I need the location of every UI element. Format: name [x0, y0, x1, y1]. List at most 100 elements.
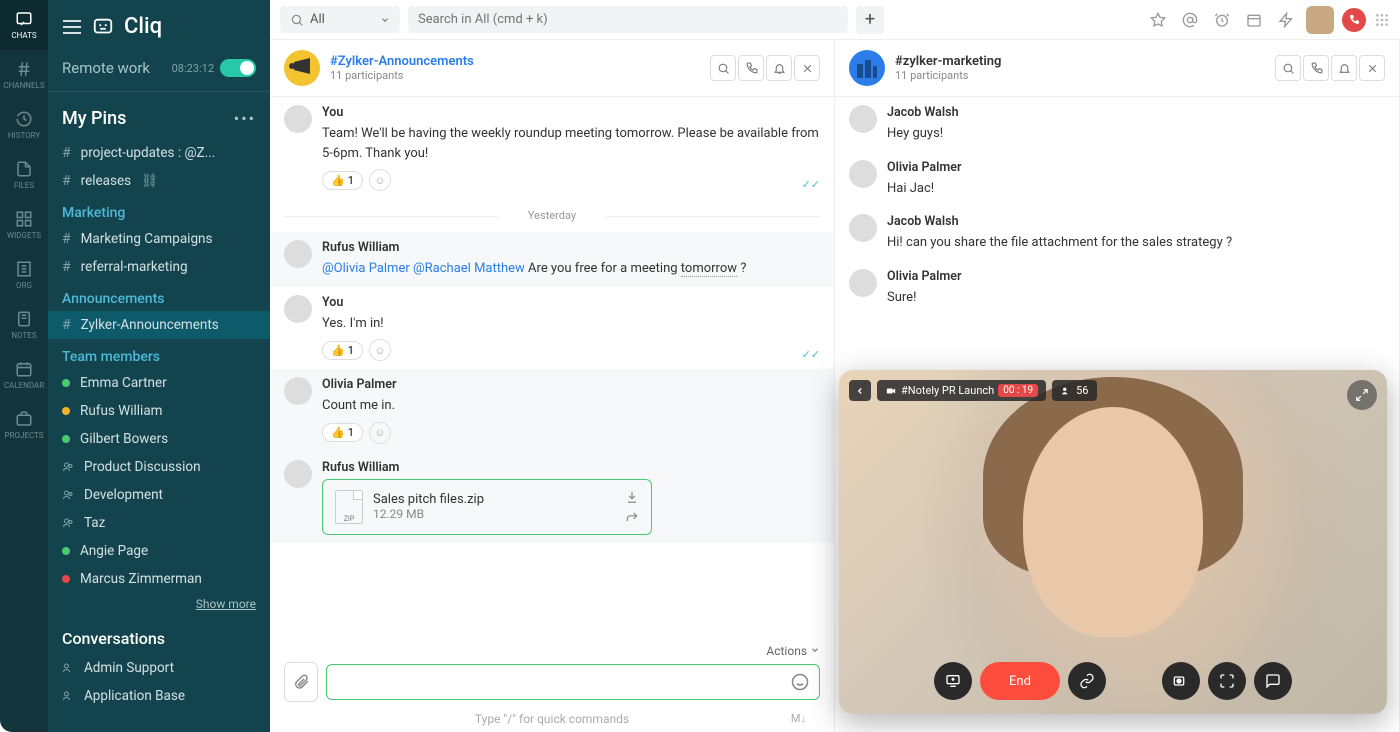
video-screenshare-button[interactable] [934, 662, 972, 700]
date-divider: Yesterday [270, 199, 834, 232]
rail-org[interactable]: ORG [0, 250, 48, 300]
reaction[interactable]: 👍1 [322, 341, 363, 360]
message-avatar[interactable] [284, 295, 312, 323]
message-input[interactable] [337, 675, 783, 690]
message-avatar[interactable] [284, 377, 312, 405]
pane-search-button[interactable] [710, 55, 736, 81]
star-icon[interactable] [1146, 8, 1170, 32]
search-input[interactable] [408, 6, 848, 33]
actions-link[interactable]: Actions [284, 640, 820, 662]
reaction[interactable]: 👍1 [322, 423, 363, 442]
rail-widgets[interactable]: WIDGETS [0, 200, 48, 250]
channel-title[interactable]: #Zylker-Announcements [330, 54, 474, 69]
mention[interactable]: @Rachael Matthew [413, 261, 525, 276]
video-viewers-chip[interactable]: 56 [1052, 380, 1096, 401]
message: Olivia PalmerSure! [835, 261, 1399, 316]
pane-bell-button[interactable] [1331, 55, 1357, 81]
sidebar-item[interactable]: Emma Cartner [48, 369, 270, 397]
reaction[interactable]: 👍1 [322, 171, 363, 190]
pane-close-button[interactable] [794, 55, 820, 81]
pane-call-button[interactable] [1303, 55, 1329, 81]
rail-files[interactable]: FILES [0, 150, 48, 200]
pane-call-button[interactable] [738, 55, 764, 81]
message: Jacob WalshHi! can you share the file at… [835, 206, 1399, 261]
sidebar-item[interactable]: Admin Support [48, 654, 270, 682]
more-icon[interactable]: ••• [234, 109, 256, 128]
sidebar-item[interactable]: Application Base [48, 682, 270, 710]
rail-calendar[interactable]: CALENDAR [0, 350, 48, 400]
status-toggle[interactable] [220, 59, 256, 77]
sidebar-item-active[interactable]: #Zylker-Announcements [48, 311, 270, 339]
sidebar-item[interactable]: Development [48, 481, 270, 509]
rail-channels[interactable]: CHANNELS [0, 50, 48, 100]
sidebar-item[interactable]: #Marketing Campaigns [48, 225, 270, 253]
video-link-button[interactable] [1068, 662, 1106, 700]
user-avatar[interactable] [1306, 6, 1334, 34]
attach-button[interactable] [284, 662, 318, 702]
add-reaction-icon[interactable]: ☺ [369, 169, 391, 191]
message-author: Rufus William [322, 240, 820, 255]
video-chat-button[interactable] [1254, 662, 1292, 700]
sidebar-item[interactable]: #referral-marketing [48, 253, 270, 281]
apps-icon[interactable] [1374, 12, 1390, 28]
read-icon: ✓✓ [802, 348, 820, 361]
mention-icon[interactable] [1178, 8, 1202, 32]
sidebar-item[interactable]: Taz [48, 509, 270, 537]
video-record-button[interactable] [1162, 662, 1200, 700]
sidebar-item[interactable]: Gilbert Bowers [48, 425, 270, 453]
message-author: Olivia Palmer [322, 377, 820, 392]
rail-chats[interactable]: CHATS [0, 0, 48, 50]
message-list: You Team! We'll be having the weekly rou… [270, 97, 834, 640]
message-avatar[interactable] [284, 105, 312, 133]
add-reaction-icon[interactable]: ☺ [369, 339, 391, 361]
pane-header: #Zylker-Announcements 11 participants [270, 40, 834, 97]
pane-search-button[interactable] [1275, 55, 1301, 81]
download-icon[interactable] [625, 490, 639, 504]
zap-icon[interactable] [1274, 8, 1298, 32]
pin-item[interactable]: #project-updates : @Z... [48, 139, 270, 167]
message-avatar[interactable] [284, 240, 312, 268]
message-avatar[interactable] [284, 460, 312, 488]
video-fullscreen-button[interactable] [1208, 662, 1246, 700]
sidebar-item[interactable]: Marcus Zimmerman [48, 565, 270, 593]
call-button[interactable] [1342, 8, 1366, 32]
scope-selector[interactable]: All [280, 6, 400, 33]
markdown-icon[interactable]: M↓ [791, 712, 806, 725]
pin-item[interactable]: #releases⛓ [48, 167, 270, 195]
reminder-icon[interactable] [1210, 8, 1234, 32]
video-back-button[interactable] [849, 380, 871, 401]
rail-history[interactable]: HISTORY [0, 100, 48, 150]
pane-bell-button[interactable] [766, 55, 792, 81]
video-end-button[interactable]: End [980, 662, 1060, 700]
rail-notes[interactable]: NOTES [0, 300, 48, 350]
video-expand-button[interactable] [1347, 380, 1377, 410]
share-icon[interactable] [625, 510, 639, 524]
pane-close-button[interactable] [1359, 55, 1385, 81]
menu-icon[interactable] [62, 19, 82, 35]
new-button[interactable]: + [856, 6, 884, 34]
rail-projects[interactable]: PROJECTS [0, 400, 48, 450]
file-attachment[interactable]: ZIP Sales pitch files.zip 12.29 MB [322, 479, 652, 535]
message-avatar[interactable] [849, 105, 877, 133]
channel-title[interactable]: #zylker-marketing [895, 54, 1001, 69]
message-avatar[interactable] [849, 160, 877, 188]
message-avatar[interactable] [849, 269, 877, 297]
add-reaction-icon[interactable]: ☺ [369, 422, 391, 444]
section-announcements[interactable]: Announcements [48, 281, 270, 311]
section-marketing[interactable]: Marketing [48, 195, 270, 225]
mention[interactable]: @Olivia Palmer [322, 261, 410, 276]
message-avatar[interactable] [849, 214, 877, 242]
status-text[interactable]: Remote work [62, 59, 150, 77]
emoji-icon[interactable] [791, 673, 809, 691]
sidebar-item[interactable]: Product Discussion [48, 453, 270, 481]
file-size: 12.29 MB [373, 507, 615, 521]
message-text: Yes. I'm in! [322, 314, 820, 334]
sidebar-item[interactable]: Rufus William [48, 397, 270, 425]
video-title-chip: #Notely PR Launch00 : 19 [877, 380, 1046, 401]
show-more-link[interactable]: Show more [48, 593, 270, 615]
message: Olivia Palmer Count me in. 👍1☺ [270, 369, 834, 452]
status-time: 08:23:12 [172, 62, 214, 75]
calendar-icon[interactable] [1242, 8, 1266, 32]
section-team[interactable]: Team members [48, 339, 270, 369]
sidebar-item[interactable]: Angie Page [48, 537, 270, 565]
